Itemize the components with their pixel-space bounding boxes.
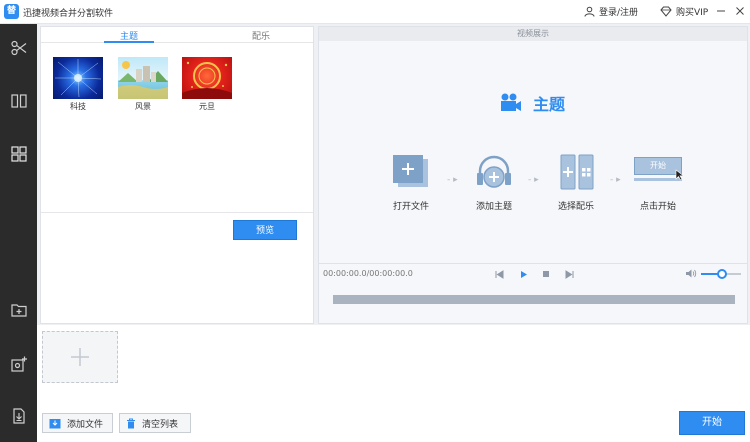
import-icon	[49, 418, 61, 428]
minimize-icon	[717, 10, 725, 12]
sidebar-item-add-folder[interactable]	[0, 292, 37, 328]
start-button[interactable]: 开始	[679, 411, 745, 435]
timeline-strip[interactable]	[333, 295, 735, 304]
tab-music[interactable]: 配乐	[236, 29, 286, 42]
open-file-icon	[388, 153, 434, 193]
theme-item-new-year[interactable]: 元旦	[182, 57, 234, 119]
theme-item-tech[interactable]: 科技	[53, 57, 105, 119]
step-arrow: - ▸	[447, 175, 458, 185]
sidebar-item-theme[interactable]	[0, 136, 37, 172]
diamond-icon	[660, 6, 672, 17]
speaker-icon	[686, 269, 697, 278]
login-register-link[interactable]: 登录/注册	[584, 5, 638, 18]
add-file-button[interactable]: 添加文件	[42, 413, 113, 433]
skip-back-icon	[495, 269, 503, 279]
film-camera-icon	[501, 93, 521, 111]
sidebar-item-export[interactable]	[0, 398, 37, 434]
step-arrow: - ▸	[610, 175, 621, 185]
video-panel-title: 视频展示	[319, 27, 747, 41]
add-file-label: 添加文件	[67, 419, 104, 430]
theme-label: 科技	[70, 102, 86, 111]
start-button-illustration: 开始	[630, 153, 686, 193]
step-label: 选择配乐	[557, 202, 594, 212]
login-label: 登录/注册	[599, 8, 639, 18]
scissors-icon	[10, 40, 26, 56]
sidebar-item-cut[interactable]	[0, 30, 37, 66]
volume-button[interactable]	[685, 268, 697, 282]
play-icon	[520, 270, 527, 278]
trash-icon	[127, 418, 135, 428]
player-bar: 00:00:00.0/00:00:00.0	[319, 263, 747, 283]
theme-thumbnail	[182, 57, 232, 99]
split-panel-icon	[10, 94, 27, 108]
theme-thumbnail	[118, 57, 168, 99]
title-bar: 替 迅捷视频合并分割软件 登录/注册 购买VIP	[0, 0, 750, 24]
plus-icon	[71, 348, 89, 366]
gear-plus-icon	[10, 356, 27, 372]
minimize-button[interactable]	[713, 3, 729, 19]
panel-divider	[41, 212, 313, 213]
step-click-start: 开始 点击开始	[623, 153, 693, 212]
theme-item-scenery[interactable]: 风景	[118, 57, 170, 119]
play-button[interactable]	[517, 268, 529, 280]
close-icon	[736, 7, 744, 15]
theme-tabs: 主题 配乐	[41, 27, 313, 43]
theme-heading: 主题	[499, 91, 565, 115]
folder-plus-icon	[10, 304, 27, 317]
sidebar-item-settings-add[interactable]	[0, 346, 37, 382]
previous-button[interactable]	[493, 268, 505, 280]
stop-icon	[543, 271, 549, 277]
tab-active-indicator	[104, 41, 154, 43]
step-arrow: - ▸	[528, 175, 539, 185]
buy-vip-link[interactable]: 购买VIP	[660, 5, 708, 18]
theme-heading-text: 主题	[533, 95, 566, 114]
clear-list-label: 清空列表	[142, 419, 179, 430]
step-add-theme: 添加主题	[459, 153, 529, 212]
grid-icon	[10, 146, 27, 162]
theme-thumbnail	[53, 57, 103, 99]
step-label: 打开文件	[392, 202, 429, 212]
playback-time: 00:00:00.0/00:00:00.0	[323, 269, 413, 278]
close-button[interactable]	[732, 3, 748, 19]
sidebar	[0, 24, 37, 442]
step-select-music: 选择配乐	[541, 153, 611, 212]
vip-label: 购买VIP	[676, 8, 709, 18]
video-panel: 视频展示 主题 打开文件 - ▸ 添加主题 - ▸ 选择配乐 - ▸ 开始 点击…	[318, 26, 748, 324]
app-title: 迅捷视频合并分割软件	[23, 9, 114, 19]
skip-forward-icon	[565, 269, 573, 279]
step-label: 添加主题	[475, 202, 512, 212]
stop-button[interactable]	[540, 268, 552, 280]
add-media-tile[interactable]	[42, 331, 118, 383]
app-logo: 替	[4, 4, 19, 19]
user-icon	[584, 6, 595, 17]
step-open-file: 打开文件	[376, 153, 446, 212]
preview-button[interactable]: 预览	[233, 220, 297, 240]
cursor-icon	[675, 169, 685, 181]
volume-slider-handle[interactable]	[717, 269, 727, 279]
theme-label: 元旦	[199, 102, 215, 111]
file-export-icon	[12, 408, 25, 424]
media-list-area	[37, 325, 750, 405]
sidebar-item-split[interactable]	[0, 83, 37, 119]
theme-panel: 主题 配乐 科技 风景 元旦 预览	[40, 26, 314, 324]
step-label: 点击开始	[639, 202, 676, 212]
add-theme-icon	[471, 153, 517, 193]
select-music-icon	[553, 153, 599, 193]
next-button[interactable]	[563, 268, 575, 280]
theme-label: 风景	[135, 102, 151, 111]
clear-list-button[interactable]: 清空列表	[119, 413, 191, 433]
